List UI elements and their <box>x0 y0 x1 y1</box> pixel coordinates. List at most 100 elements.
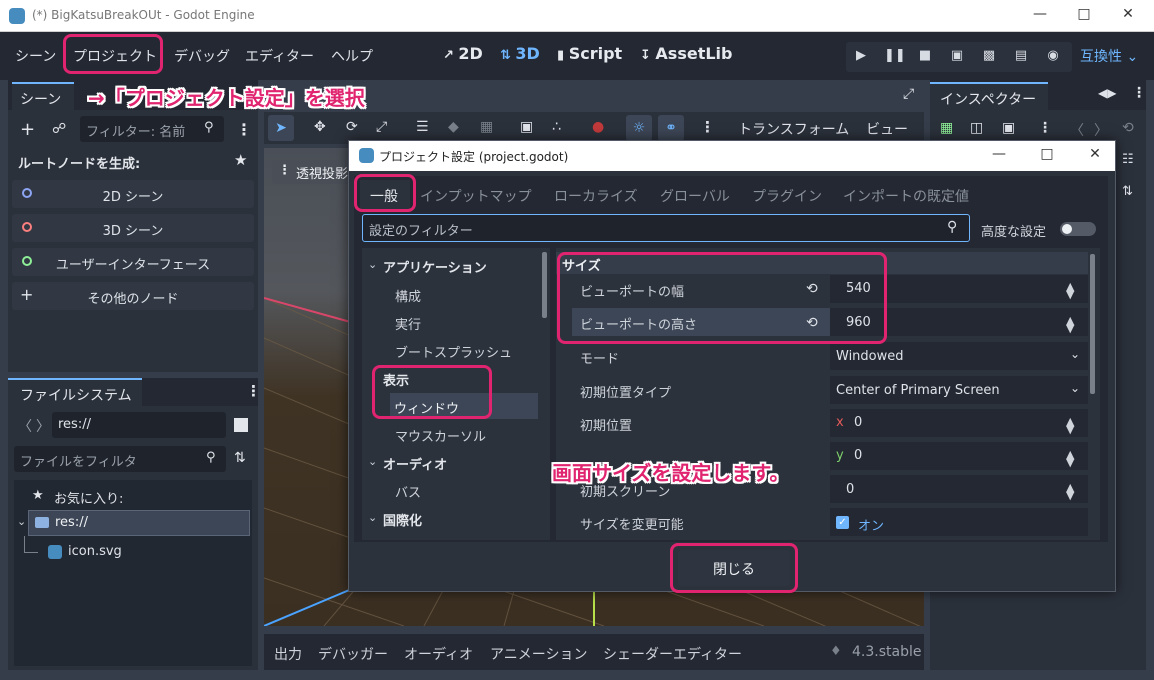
menu-scene[interactable]: シーン <box>15 46 56 66</box>
close-icon[interactable]: ✕ <box>1085 146 1105 164</box>
mode-script-button[interactable]: ▮ Script <box>557 44 622 63</box>
mode-3d-button[interactable]: ⇅ 3D <box>500 44 540 63</box>
transform-menu[interactable]: トランスフォーム <box>738 119 849 139</box>
scene-filter-input[interactable]: フィルター: 名前 ⚲ <box>80 116 224 142</box>
remote-debug-icon[interactable]: ▣ <box>948 48 966 66</box>
tree-internationalization[interactable]: 国際化 <box>383 510 422 529</box>
link-icon[interactable]: ☍ <box>52 121 66 137</box>
forward-icon[interactable]: 〉 <box>36 416 50 436</box>
split-mode-icon[interactable] <box>234 418 248 432</box>
group-icon[interactable]: ▦ <box>480 119 493 135</box>
play-custom-icon[interactable]: ▤ <box>1012 48 1030 66</box>
mode-assetlib-button[interactable]: ↧ AssetLib <box>640 44 732 63</box>
add-node-icon[interactable]: + <box>20 119 35 140</box>
renderer-select[interactable]: 互換性 ⌄ <box>1080 46 1138 66</box>
tab-output[interactable]: 出力 <box>274 644 302 664</box>
other-node-button[interactable]: + その他のノード <box>12 282 254 310</box>
initial-position-x-value[interactable]: 0 <box>854 415 862 430</box>
tab-shader-editor[interactable]: シェーダーエディター <box>603 644 742 664</box>
tab-globals[interactable]: グローバル <box>660 186 730 206</box>
filter-props-icon[interactable]: ⇅ <box>1122 184 1133 199</box>
more-options-icon[interactable]: ⋮ <box>246 382 261 400</box>
tree-application[interactable]: アプリケーション <box>383 257 487 276</box>
sort-icon[interactable]: ⇅ <box>234 450 246 466</box>
fullscreen-icon[interactable]: ⤢ <box>903 86 914 102</box>
maximize-icon[interactable]: □ <box>1037 146 1057 164</box>
open-folder-icon[interactable]: ◫ <box>970 120 983 136</box>
tab-inspector[interactable]: インスペクター <box>930 82 1048 110</box>
tree-mouse-cursor[interactable]: マウスカーソル <box>395 426 486 445</box>
tab-audio[interactable]: オーディオ <box>404 644 473 664</box>
lock-icon[interactable]: ◆ <box>448 119 459 135</box>
file-row-icon-svg[interactable]: icon.svg <box>48 542 248 564</box>
mode-select[interactable]: Windowed <box>836 349 904 364</box>
save-icon[interactable]: ▣ <box>1002 120 1015 136</box>
create-ui-button[interactable]: ユーザーインターフェース <box>12 248 254 276</box>
more-options-icon[interactable]: ⋮ <box>1132 85 1146 101</box>
history-icon[interactable]: ⟲ <box>1122 120 1134 136</box>
tab-scene[interactable]: シーン <box>12 82 74 110</box>
close-icon[interactable]: ✕ <box>1118 6 1138 24</box>
initial-screen-value[interactable]: 0 <box>846 482 854 497</box>
select-tool-icon[interactable]: ➤ <box>268 115 294 141</box>
tab-nav-icon[interactable]: ◀▶ <box>1098 86 1116 100</box>
spinner-icon[interactable]: ▲ ▼ <box>1066 416 1074 435</box>
spinner-icon[interactable]: ▲ ▼ <box>1066 449 1074 468</box>
maximize-icon[interactable]: □ <box>1074 6 1094 24</box>
tree-config[interactable]: 構成 <box>395 286 421 305</box>
menu-editor[interactable]: エディター <box>245 46 314 66</box>
tab-localization[interactable]: ローカライズ <box>554 186 638 206</box>
play-icon[interactable]: ▶ <box>852 48 870 66</box>
tree-scrollbar[interactable] <box>542 252 547 318</box>
spinner-icon[interactable]: ▲ ▼ <box>1066 281 1074 300</box>
list-select-icon[interactable]: ☰ <box>416 119 429 135</box>
create-3d-scene-button[interactable]: 3D シーン <box>12 214 254 242</box>
create-2d-scene-button[interactable]: 2D シーン <box>12 180 254 208</box>
favorite-star-icon[interactable]: ★ <box>234 151 247 169</box>
advanced-settings-toggle[interactable] <box>1060 222 1096 236</box>
chevron-down-icon[interactable]: ⌄ <box>368 258 377 271</box>
initial-position-type-select[interactable]: Center of Primary Screen <box>836 383 1000 398</box>
move-tool-icon[interactable]: ✥ <box>314 119 326 135</box>
file-filter-input[interactable]: ファイルをフィルタ ⚲ <box>14 446 226 472</box>
scale-tool-icon[interactable]: ⤢ <box>376 119 387 135</box>
snap-icon[interactable]: ∴ <box>552 119 561 135</box>
cube-icon[interactable]: ▣ <box>520 119 533 135</box>
tab-filesystem[interactable]: ファイルシステム <box>8 378 142 406</box>
menu-debug[interactable]: デバッグ <box>174 46 230 66</box>
tab-debugger[interactable]: デバッガー <box>318 644 388 664</box>
movie-maker-icon[interactable]: ◉ <box>1044 48 1062 66</box>
tab-animation[interactable]: アニメーション <box>490 644 587 664</box>
settings-filter-input[interactable]: 設定のフィルター ⚲ <box>362 214 970 242</box>
tree-audio[interactable]: オーディオ <box>383 454 447 473</box>
chevron-down-icon[interactable]: ⌄ <box>1070 347 1080 361</box>
mode-2d-button[interactable]: ↗ 2D <box>443 44 483 63</box>
spinner-icon[interactable]: ▲ ▼ <box>1066 315 1074 334</box>
initial-position-y-value[interactable]: 0 <box>854 448 862 463</box>
pause-icon[interactable]: ❚❚ <box>884 48 906 66</box>
tree-boot-splash[interactable]: ブートスプラッシュ <box>395 342 512 361</box>
back-icon[interactable]: 〈 <box>18 416 32 436</box>
chevron-down-icon[interactable]: ⌄ <box>368 511 377 524</box>
more-options-icon[interactable]: ⋮ <box>236 120 252 139</box>
chevron-down-icon[interactable]: ⌄ <box>17 515 26 528</box>
spinner-icon[interactable]: ▲ ▼ <box>1066 482 1074 501</box>
node-tree-icon[interactable]: ☷ <box>1122 152 1134 167</box>
tree-run[interactable]: 実行 <box>395 314 421 333</box>
chevron-down-icon[interactable]: ⌄ <box>368 455 377 468</box>
resizable-checkbox[interactable]: ✓ <box>836 516 849 529</box>
history-forward-icon[interactable]: 〉 <box>1094 120 1108 140</box>
menu-help[interactable]: ヘルプ <box>331 46 373 66</box>
environment-icon[interactable]: ⚭ <box>658 115 684 141</box>
light-preview-icon[interactable]: ☼ <box>626 115 652 141</box>
chevron-down-icon[interactable]: ⌄ <box>1070 381 1080 395</box>
more-options-icon[interactable]: ⋮ <box>700 118 715 136</box>
tab-import-defaults[interactable]: インポートの既定値 <box>843 186 969 206</box>
play-scene-icon[interactable]: ▩ <box>980 48 998 66</box>
folder-row-root[interactable]: ⌄ res:// <box>17 510 250 536</box>
view-menu[interactable]: ビュー <box>866 119 908 139</box>
rotate-tool-icon[interactable]: ⟳ <box>346 119 358 135</box>
tree-bus[interactable]: バス <box>395 482 421 501</box>
inspector-scrollbar[interactable] <box>1090 254 1095 394</box>
path-input[interactable]: res:// <box>52 412 226 438</box>
